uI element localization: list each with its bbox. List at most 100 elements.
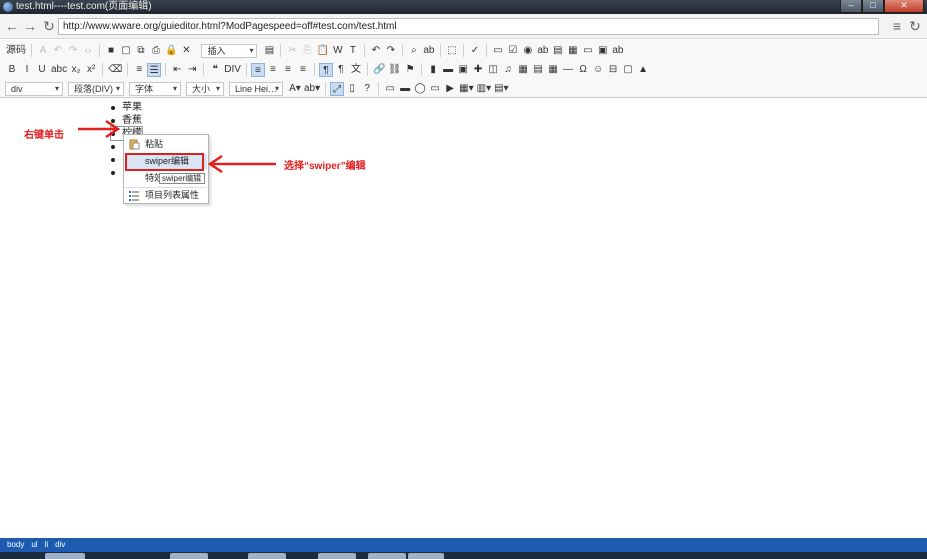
- select-all-icon[interactable]: ⬚: [445, 44, 459, 58]
- reload-icon[interactable]: ↻: [41, 18, 57, 34]
- path-segment[interactable]: div: [55, 538, 65, 552]
- indent-icon[interactable]: ⇥: [185, 63, 199, 77]
- widget-1-icon[interactable]: ▭: [383, 82, 397, 96]
- widget-2-icon[interactable]: ▬: [398, 82, 412, 96]
- video-icon[interactable]: ▬: [441, 63, 455, 77]
- widget-3-icon[interactable]: ◯: [413, 82, 427, 96]
- maximize-button[interactable]: □: [862, 0, 884, 13]
- underline-icon[interactable]: U: [35, 63, 49, 77]
- numbered-list-icon[interactable]: ≡: [132, 63, 146, 77]
- about-icon[interactable]: ?: [360, 82, 374, 96]
- undo-icon[interactable]: ↶: [51, 44, 65, 58]
- image-button-icon[interactable]: ▣: [596, 44, 610, 58]
- checkbox-icon[interactable]: ☑: [506, 44, 520, 58]
- radio-icon[interactable]: ◉: [521, 44, 535, 58]
- form-icon[interactable]: ▭: [491, 44, 505, 58]
- textarea-icon[interactable]: ▤: [551, 44, 565, 58]
- forward-icon[interactable]: →: [22, 18, 38, 34]
- code-icon[interactable]: ‹›: [81, 44, 95, 58]
- flash-icon[interactable]: ✚: [471, 63, 485, 77]
- music-icon[interactable]: ♫: [501, 63, 515, 77]
- find-icon[interactable]: ⌕: [407, 44, 421, 58]
- back-icon[interactable]: ←: [4, 18, 20, 34]
- format-combo[interactable]: div: [5, 81, 63, 96]
- format-combo[interactable]: 插入: [201, 43, 258, 58]
- replace-icon[interactable]: ab: [422, 44, 436, 58]
- bg-color-icon[interactable]: ab▾: [303, 82, 321, 96]
- lock-icon[interactable]: 🔒: [164, 44, 178, 58]
- map-icon[interactable]: ▦: [516, 63, 530, 77]
- maximize-icon[interactable]: ⤢: [330, 81, 345, 96]
- widget-8-icon[interactable]: ▤▾: [493, 82, 509, 96]
- paste-icon[interactable]: 📋: [315, 44, 329, 58]
- taskbar-item[interactable]: [408, 553, 444, 559]
- doc-icon[interactable]: ▤: [531, 63, 545, 77]
- copy-icon[interactable]: ⎘: [300, 44, 314, 58]
- align-right-icon[interactable]: ≡: [281, 63, 295, 77]
- context-item-list-properties[interactable]: 项目列表属性: [125, 188, 207, 203]
- superscript-icon[interactable]: x²: [84, 63, 98, 77]
- hr-icon[interactable]: ―: [561, 63, 575, 77]
- strike-icon[interactable]: abc: [50, 63, 68, 77]
- undo-button-icon[interactable]: ↶: [369, 44, 383, 58]
- widget-6-icon[interactable]: ▦▾: [458, 82, 474, 96]
- cut-icon[interactable]: ✂: [285, 44, 299, 58]
- button-icon[interactable]: ▭: [581, 44, 595, 58]
- list-item[interactable]: 苹果: [111, 101, 142, 114]
- minimize-button[interactable]: –: [840, 0, 862, 13]
- taskbar-item[interactable]: [170, 553, 208, 559]
- close-button[interactable]: ✕: [884, 0, 924, 13]
- spellcheck-icon[interactable]: ✓: [468, 44, 482, 58]
- format-combo[interactable]: Line Hei…: [229, 81, 283, 96]
- new-page-icon[interactable]: ▢: [119, 44, 133, 58]
- redo-button-icon[interactable]: ↷: [384, 44, 398, 58]
- taskbar-item[interactable]: [368, 553, 406, 559]
- show-blocks-icon[interactable]: ▯: [345, 82, 359, 96]
- format-combo[interactable]: 大小: [186, 81, 224, 96]
- outdent-icon[interactable]: ⇤: [170, 63, 184, 77]
- justify-icon[interactable]: ≡: [296, 63, 310, 77]
- address-input[interactable]: http://www.wware.org/guieditor.html?ModP…: [58, 18, 879, 35]
- menu-icon[interactable]: ≡: [889, 18, 905, 34]
- nav-icon[interactable]: ▲: [636, 63, 650, 77]
- subscript-icon[interactable]: x₂: [69, 63, 83, 77]
- editor-content[interactable]: 苹果香蕉柠檬 右键单击 粘贴 swiper编辑 特效 项目列表属性: [0, 99, 927, 537]
- format-combo[interactable]: 字体: [129, 81, 181, 96]
- blockquote-icon[interactable]: ❝: [208, 63, 222, 77]
- ltr-icon[interactable]: ¶: [318, 62, 333, 77]
- textfield-icon[interactable]: ab: [536, 44, 550, 58]
- source-button[interactable]: 源码: [5, 44, 27, 58]
- iframe-icon[interactable]: ▢: [621, 63, 635, 77]
- remove-icon[interactable]: ✕: [179, 44, 193, 58]
- select-icon[interactable]: ▦: [566, 44, 580, 58]
- page-break-icon[interactable]: ⊟: [606, 63, 620, 77]
- save-icon[interactable]: ■: [104, 44, 118, 58]
- paste-plain-icon[interactable]: T: [346, 44, 360, 58]
- media-icon[interactable]: ◫: [486, 63, 500, 77]
- special-char-icon[interactable]: Ω: [576, 63, 590, 77]
- hidden-field-icon[interactable]: ab: [611, 44, 625, 58]
- format-combo[interactable]: 段落(DIV): [68, 81, 124, 96]
- align-left-icon[interactable]: ≡: [250, 62, 265, 77]
- path-segment[interactable]: ul: [31, 538, 37, 552]
- context-item-paste[interactable]: 粘贴: [125, 137, 207, 152]
- bulleted-list-icon[interactable]: ☰: [147, 62, 162, 77]
- path-segment[interactable]: li: [45, 538, 49, 552]
- template-icon[interactable]: ▤: [262, 44, 276, 58]
- remove-format-icon[interactable]: ⌫: [107, 63, 123, 77]
- widget-5-icon[interactable]: ▶: [443, 82, 457, 96]
- redo-icon[interactable]: ↷: [66, 44, 80, 58]
- rtl-icon[interactable]: ¶: [334, 63, 348, 77]
- unlink-icon[interactable]: ⛓: [387, 63, 402, 77]
- path-segment[interactable]: body: [7, 538, 24, 552]
- refresh-icon[interactable]: ↻: [907, 18, 923, 34]
- smiley-icon[interactable]: ☺: [591, 63, 605, 77]
- paste-text-icon[interactable]: A: [36, 44, 50, 58]
- div-icon[interactable]: DIV: [223, 63, 242, 77]
- italic-icon[interactable]: I: [20, 63, 34, 77]
- align-center-icon[interactable]: ≡: [266, 63, 280, 77]
- taskbar-item[interactable]: [318, 553, 356, 559]
- widget-4-icon[interactable]: ▭: [428, 82, 442, 96]
- text-color-icon[interactable]: A▾: [288, 82, 302, 96]
- link-icon[interactable]: 🔗: [372, 63, 386, 77]
